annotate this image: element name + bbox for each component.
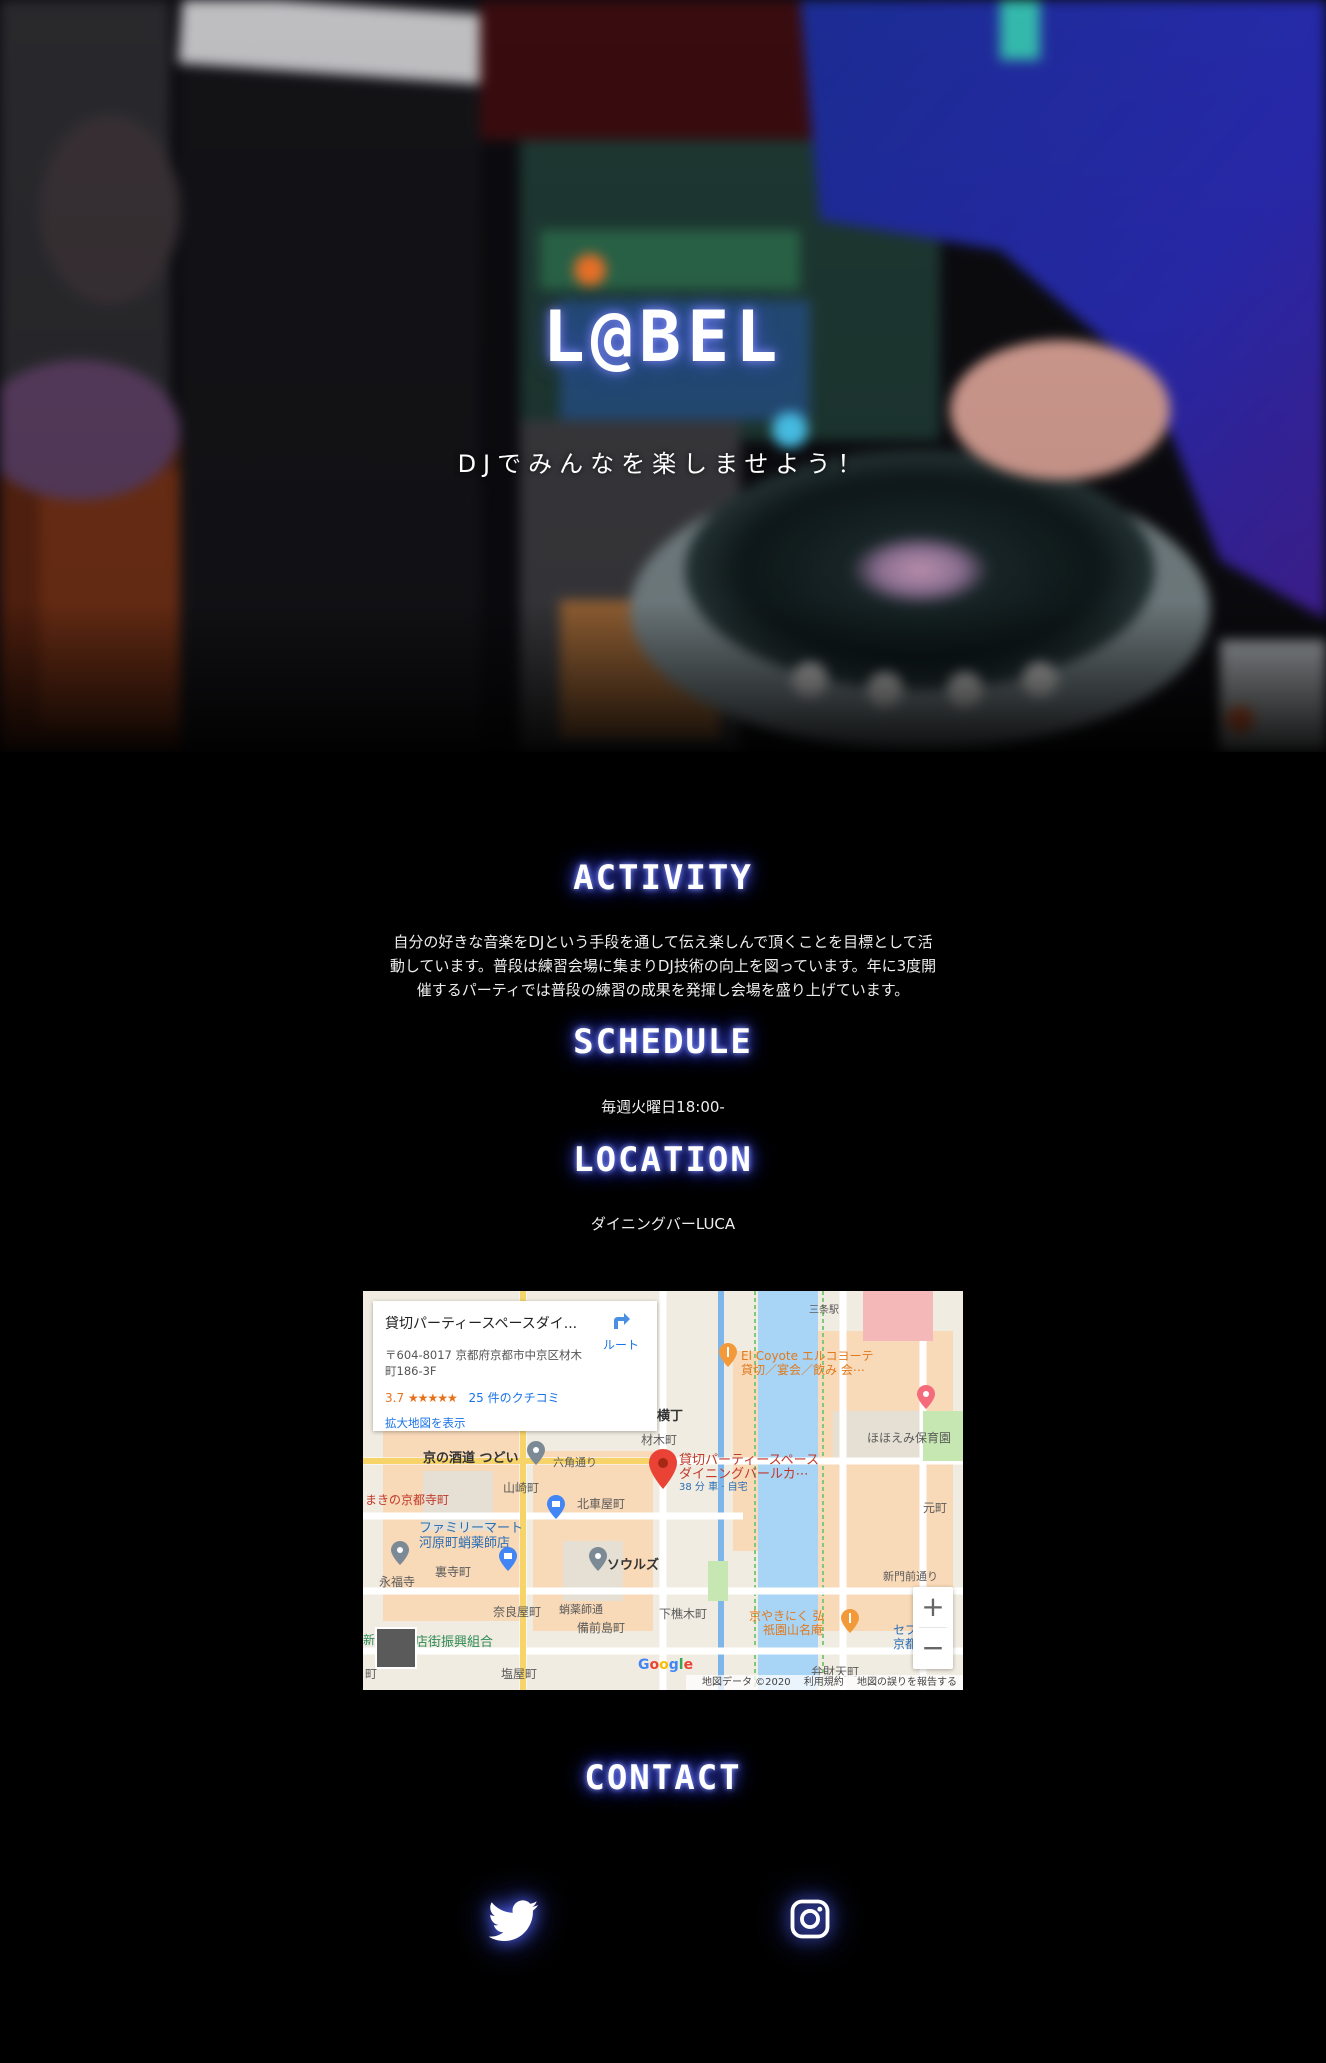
map-label: 塩屋町 [501, 1667, 538, 1681]
activity-line: 自分の好きな音楽をDJという手段を通して伝え楽しんで頂くことを目標として活 [393, 933, 933, 951]
zoom-out-button[interactable]: − [913, 1628, 953, 1668]
poi-pin-icon[interactable] [527, 1441, 545, 1465]
activity-heading: ACTIVITY [573, 858, 753, 898]
hero-section: L@BEL DJでみんなを楽しませよう！ [0, 0, 1326, 752]
instagram-link[interactable] [789, 1898, 839, 1948]
terms-link[interactable]: 利用規約 [804, 1677, 844, 1688]
map-label: 蛸薬師通 [559, 1603, 603, 1616]
map-label: 奈良屋町 [493, 1605, 542, 1619]
location-text: ダイニングバーLUCA [590, 1215, 736, 1233]
map-label: 新門前通り [883, 1570, 938, 1583]
schedule-text: 毎週火曜日18:00- [601, 1098, 725, 1116]
place-info-card: 貸切パーティースペースダイ... ルート 〒604-8017 京都府京都市中京区… [373, 1301, 657, 1431]
map-label: 永福寺 [379, 1575, 416, 1589]
report-error-link[interactable]: 地図の誤りを報告する [857, 1677, 957, 1688]
activity-line: 催するパーティでは普段の練習の成果を発揮し会場を盛り上げています。 [416, 981, 910, 999]
restaurant-pin-icon[interactable] [719, 1343, 737, 1367]
map-label: 店街振興組合 [415, 1635, 494, 1650]
restaurant-pin-icon[interactable] [841, 1609, 859, 1633]
poi-pin-icon[interactable] [917, 1385, 935, 1409]
directions-button[interactable]: ルート [603, 1311, 639, 1353]
place-address: 〒604-8017 京都府京都市中京区材木 町186-3F [385, 1347, 595, 1379]
rating-value: 3.7 [385, 1391, 405, 1405]
location-heading: LOCATION [573, 1140, 753, 1180]
map-label: 三条駅 [809, 1305, 839, 1316]
place-rating: 3.7 ★★★★★ 25 件のクチコミ [385, 1389, 560, 1406]
poi-pin-icon[interactable] [589, 1547, 607, 1571]
map-label: 38 分 車 · 自宅 [679, 1482, 748, 1493]
location-pin-icon[interactable] [649, 1449, 677, 1489]
page: L@BEL DJでみんなを楽しませよう！ ACTIVITY 自分の好きな音楽をD… [0, 0, 1326, 2063]
map-data-credit: 地図データ ©2020 [701, 1677, 791, 1688]
map-label: ソウルズ [607, 1558, 660, 1573]
map-label: 裏寺町 [435, 1565, 472, 1579]
map-label: 山崎町 [503, 1481, 540, 1495]
contact-heading: CONTACT [584, 1758, 742, 1798]
zoom-in-button[interactable]: + [913, 1587, 953, 1627]
street-view-thumbnail[interactable] [375, 1627, 417, 1669]
directions-icon [613, 1313, 630, 1329]
site-tagline: DJでみんなを楽しませよう！ [457, 450, 869, 478]
schedule-heading: SCHEDULE [573, 1022, 753, 1062]
address-line: 町186-3F [385, 1364, 437, 1378]
twitter-link[interactable] [488, 1900, 539, 1950]
map-label: 備前島町 [577, 1621, 626, 1635]
shop-pin-icon[interactable] [499, 1547, 517, 1571]
map-label: 六角通り [553, 1456, 597, 1469]
map-label: 下樵木町 [659, 1607, 708, 1621]
map-label: 貸切／宴会／飲み 会⋯ [741, 1363, 865, 1377]
rating-stars-icon: ★★★★★ [407, 1391, 458, 1405]
map-label: 材木町 [641, 1433, 678, 1447]
zoom-control: + − [913, 1587, 953, 1669]
embedded-map[interactable]: 三条駅 El Coyote エルコヨーテ 貸切／宴会／飲み 会⋯ ほほえみ保育園… [363, 1291, 963, 1690]
activity-line: 動しています。普段は練習会場に集まりDJ技術の向上を図っています。年に3度開 [389, 957, 937, 975]
reviews-link[interactable]: 25 件のクチコミ [469, 1391, 560, 1405]
map-label: 祇園山名庵 [763, 1623, 824, 1637]
place-title: 貸切パーティースペースダイ... [385, 1316, 578, 1332]
map-attribution: 地図データ ©2020 利用規約 地図の誤りを報告する [685, 1675, 963, 1690]
map-label: まきの京都寺町 [365, 1493, 450, 1507]
map-label: 新 [363, 1633, 376, 1647]
map-label: 北車屋町 [577, 1497, 626, 1511]
poi-pin-icon[interactable] [391, 1541, 409, 1565]
map-label: 横丁 [657, 1409, 684, 1424]
instagram-icon [790, 1899, 830, 1939]
activity-description: 自分の好きな音楽をDJという手段を通して伝え楽しんで頂くことを目標として活 動し… [360, 930, 966, 1002]
map-label: 京の酒道 つどい [423, 1451, 519, 1466]
google-logo-text: Google [638, 1657, 694, 1673]
view-larger-map-link[interactable]: 拡大地図を表示 [385, 1415, 466, 1431]
site-title: L@BEL [542, 296, 784, 378]
address-line: 〒604-8017 京都府京都市中京区材木 [385, 1348, 583, 1362]
twitter-icon [488, 1900, 539, 1941]
shop-pin-icon[interactable] [547, 1495, 565, 1519]
directions-label: ルート [602, 1338, 639, 1352]
map-label: ほほえみ保育園 [867, 1431, 952, 1445]
google-logo[interactable]: Google [638, 1657, 693, 1673]
map-label: 河原町蛸薬師店 [419, 1536, 511, 1551]
map-label: 元町 [923, 1501, 948, 1515]
